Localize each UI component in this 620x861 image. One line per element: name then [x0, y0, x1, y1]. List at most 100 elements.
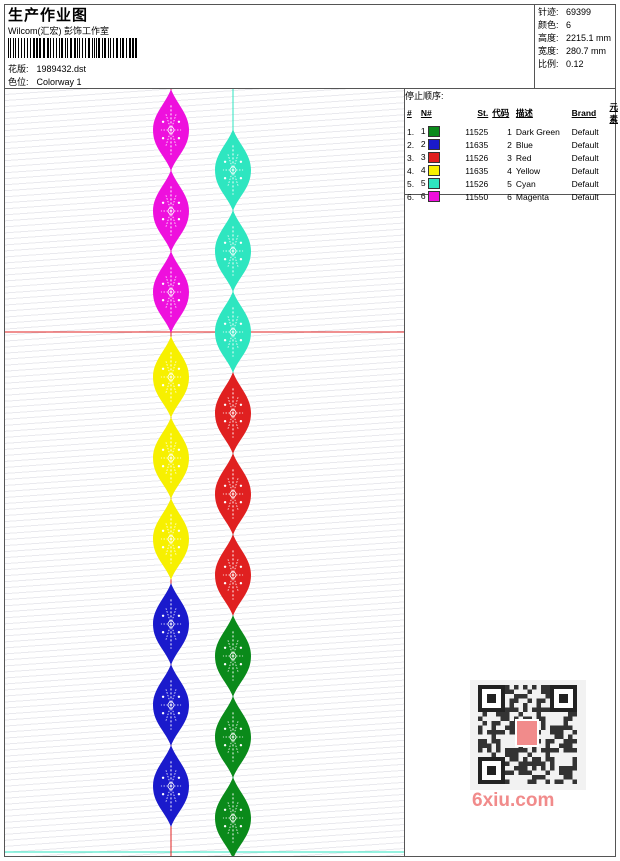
- row-num: 5.: [407, 178, 415, 189]
- row-desc: Red: [515, 152, 532, 163]
- watermark-text: 6xiu.com: [472, 790, 555, 811]
- left-motif-6: [153, 498, 189, 580]
- row-desc: Blue: [515, 139, 533, 150]
- colorway-value: Colorway 1: [36, 77, 82, 87]
- row-st: 11635: [465, 165, 489, 176]
- row-desc: Yellow: [515, 165, 541, 176]
- row-element: [607, 125, 620, 138]
- col-num: #: [407, 108, 412, 118]
- left-motif-9: [153, 745, 189, 827]
- right-motif-1: [215, 129, 251, 211]
- left-motif-7: [153, 583, 189, 665]
- color-swatch: [428, 165, 441, 177]
- row-code: 6: [507, 191, 512, 202]
- stats-panel: 针迹: 69399 颜色: 6 高度: 2215.1 mm 宽度: 280.7 mm 比…: [538, 6, 611, 71]
- row-brand: Default: [571, 191, 599, 202]
- design-label: 花版:: [8, 64, 29, 74]
- row-brand: Default: [571, 165, 599, 176]
- right-motif-8: [215, 696, 251, 778]
- design-canvas[interactable]: [5, 89, 404, 859]
- right-motif-2: [215, 210, 251, 292]
- row-n: 2: [419, 138, 449, 151]
- page-title: 生产作业图: [8, 7, 89, 24]
- left-motif-4: [153, 336, 189, 418]
- row-num: 6.: [407, 191, 415, 202]
- table-row: 2. 2 11635 2 Blue Default: [405, 138, 620, 151]
- row-brand: Default: [571, 152, 599, 163]
- col-n: N#: [420, 108, 432, 118]
- row-st: 11525: [465, 126, 489, 137]
- row-element: [607, 177, 620, 190]
- row-code: 5: [507, 178, 512, 189]
- left-motif-5: [153, 417, 189, 499]
- row-desc: Cyan: [515, 178, 536, 189]
- row-element: [607, 190, 620, 203]
- right-motif-7: [215, 615, 251, 697]
- row-num: 4.: [407, 165, 415, 176]
- canvas-divider: [404, 88, 405, 857]
- stat-scale: 比例: 0.12: [538, 59, 584, 69]
- right-motif-5: [215, 453, 251, 535]
- stat-width: 宽度: 280.7 mm: [538, 46, 607, 56]
- color-swatch: [428, 139, 441, 151]
- design-row: 花版: 1989432.dst: [8, 62, 86, 75]
- row-code: 1: [507, 126, 512, 137]
- right-motif-4: [215, 372, 251, 454]
- embroidery-preview: [5, 89, 404, 859]
- row-desc: Magenta: [515, 191, 549, 202]
- right-motif-3: [215, 291, 251, 373]
- row-brand: Default: [571, 178, 599, 189]
- right-motif-9: [215, 777, 251, 859]
- qr-code-image: [470, 680, 586, 790]
- left-motif-8: [153, 664, 189, 746]
- left-motif-3: [153, 251, 189, 333]
- row-num: 1.: [407, 126, 415, 137]
- color-swatch: [428, 126, 441, 138]
- col-element: 元素: [609, 102, 618, 124]
- row-brand: Default: [571, 139, 599, 150]
- row-n: 5: [419, 177, 449, 190]
- row-element: [607, 151, 620, 164]
- table-row: 3. 3 11526 3 Red Default: [405, 151, 620, 164]
- color-swatch: [428, 152, 441, 164]
- stat-stitches: 针迹: 69399: [538, 7, 592, 17]
- right-motif-6: [215, 534, 251, 616]
- row-code: 3: [507, 152, 512, 163]
- stat-height: 高度: 2215.1 mm: [538, 33, 612, 43]
- row-n: 4: [419, 164, 449, 177]
- table-row: 6. 6 11550 6 Magenta Default: [405, 190, 620, 203]
- left-motif-2: [153, 170, 189, 252]
- row-st: 11526: [465, 152, 489, 163]
- table-header-row: # N# St. 代码 描述 Brand 元素: [405, 101, 620, 125]
- row-n: 3: [419, 151, 449, 164]
- row-num: 3.: [407, 152, 415, 163]
- col-desc: 描述: [515, 108, 533, 118]
- colorway-row: 色位: Colorway 1: [8, 75, 82, 88]
- table-row: 1. 1 11525 1 Dark Green Default: [405, 125, 620, 138]
- color-swatch: [428, 191, 441, 203]
- row-brand: Default: [571, 126, 599, 137]
- col-st: St.: [477, 108, 489, 118]
- left-motif-1: [153, 89, 189, 171]
- row-code: 2: [507, 139, 512, 150]
- col-code: 代码: [492, 108, 510, 118]
- barcode-image: [8, 38, 137, 58]
- stat-colors: 颜色: 6: [538, 20, 572, 30]
- colorway-label: 色位:: [8, 77, 29, 87]
- row-n: 1: [419, 125, 449, 138]
- row-st: 11526: [465, 178, 489, 189]
- row-n: 6: [419, 190, 449, 203]
- row-st: 11635: [465, 139, 489, 150]
- row-element: [607, 164, 620, 177]
- page-subtitle: Wilcom(汇宏) 彭饰工作室: [8, 26, 109, 36]
- table-row: 4. 4 11635 4 Yellow Default: [405, 164, 620, 177]
- row-element: [607, 138, 620, 151]
- table-row: 5. 5 11526 5 Cyan Default: [405, 177, 620, 190]
- row-desc: Dark Green: [515, 126, 560, 137]
- row-code: 4: [507, 165, 512, 176]
- row-num: 2.: [407, 139, 415, 150]
- color-swatch: [428, 178, 441, 190]
- design-value: 1989432.dst: [36, 64, 87, 74]
- stop-sequence-table: # N# St. 代码 描述 Brand 元素 1. 1 11525 1 Dark G…: [405, 101, 620, 203]
- col-brand: Brand: [571, 108, 597, 118]
